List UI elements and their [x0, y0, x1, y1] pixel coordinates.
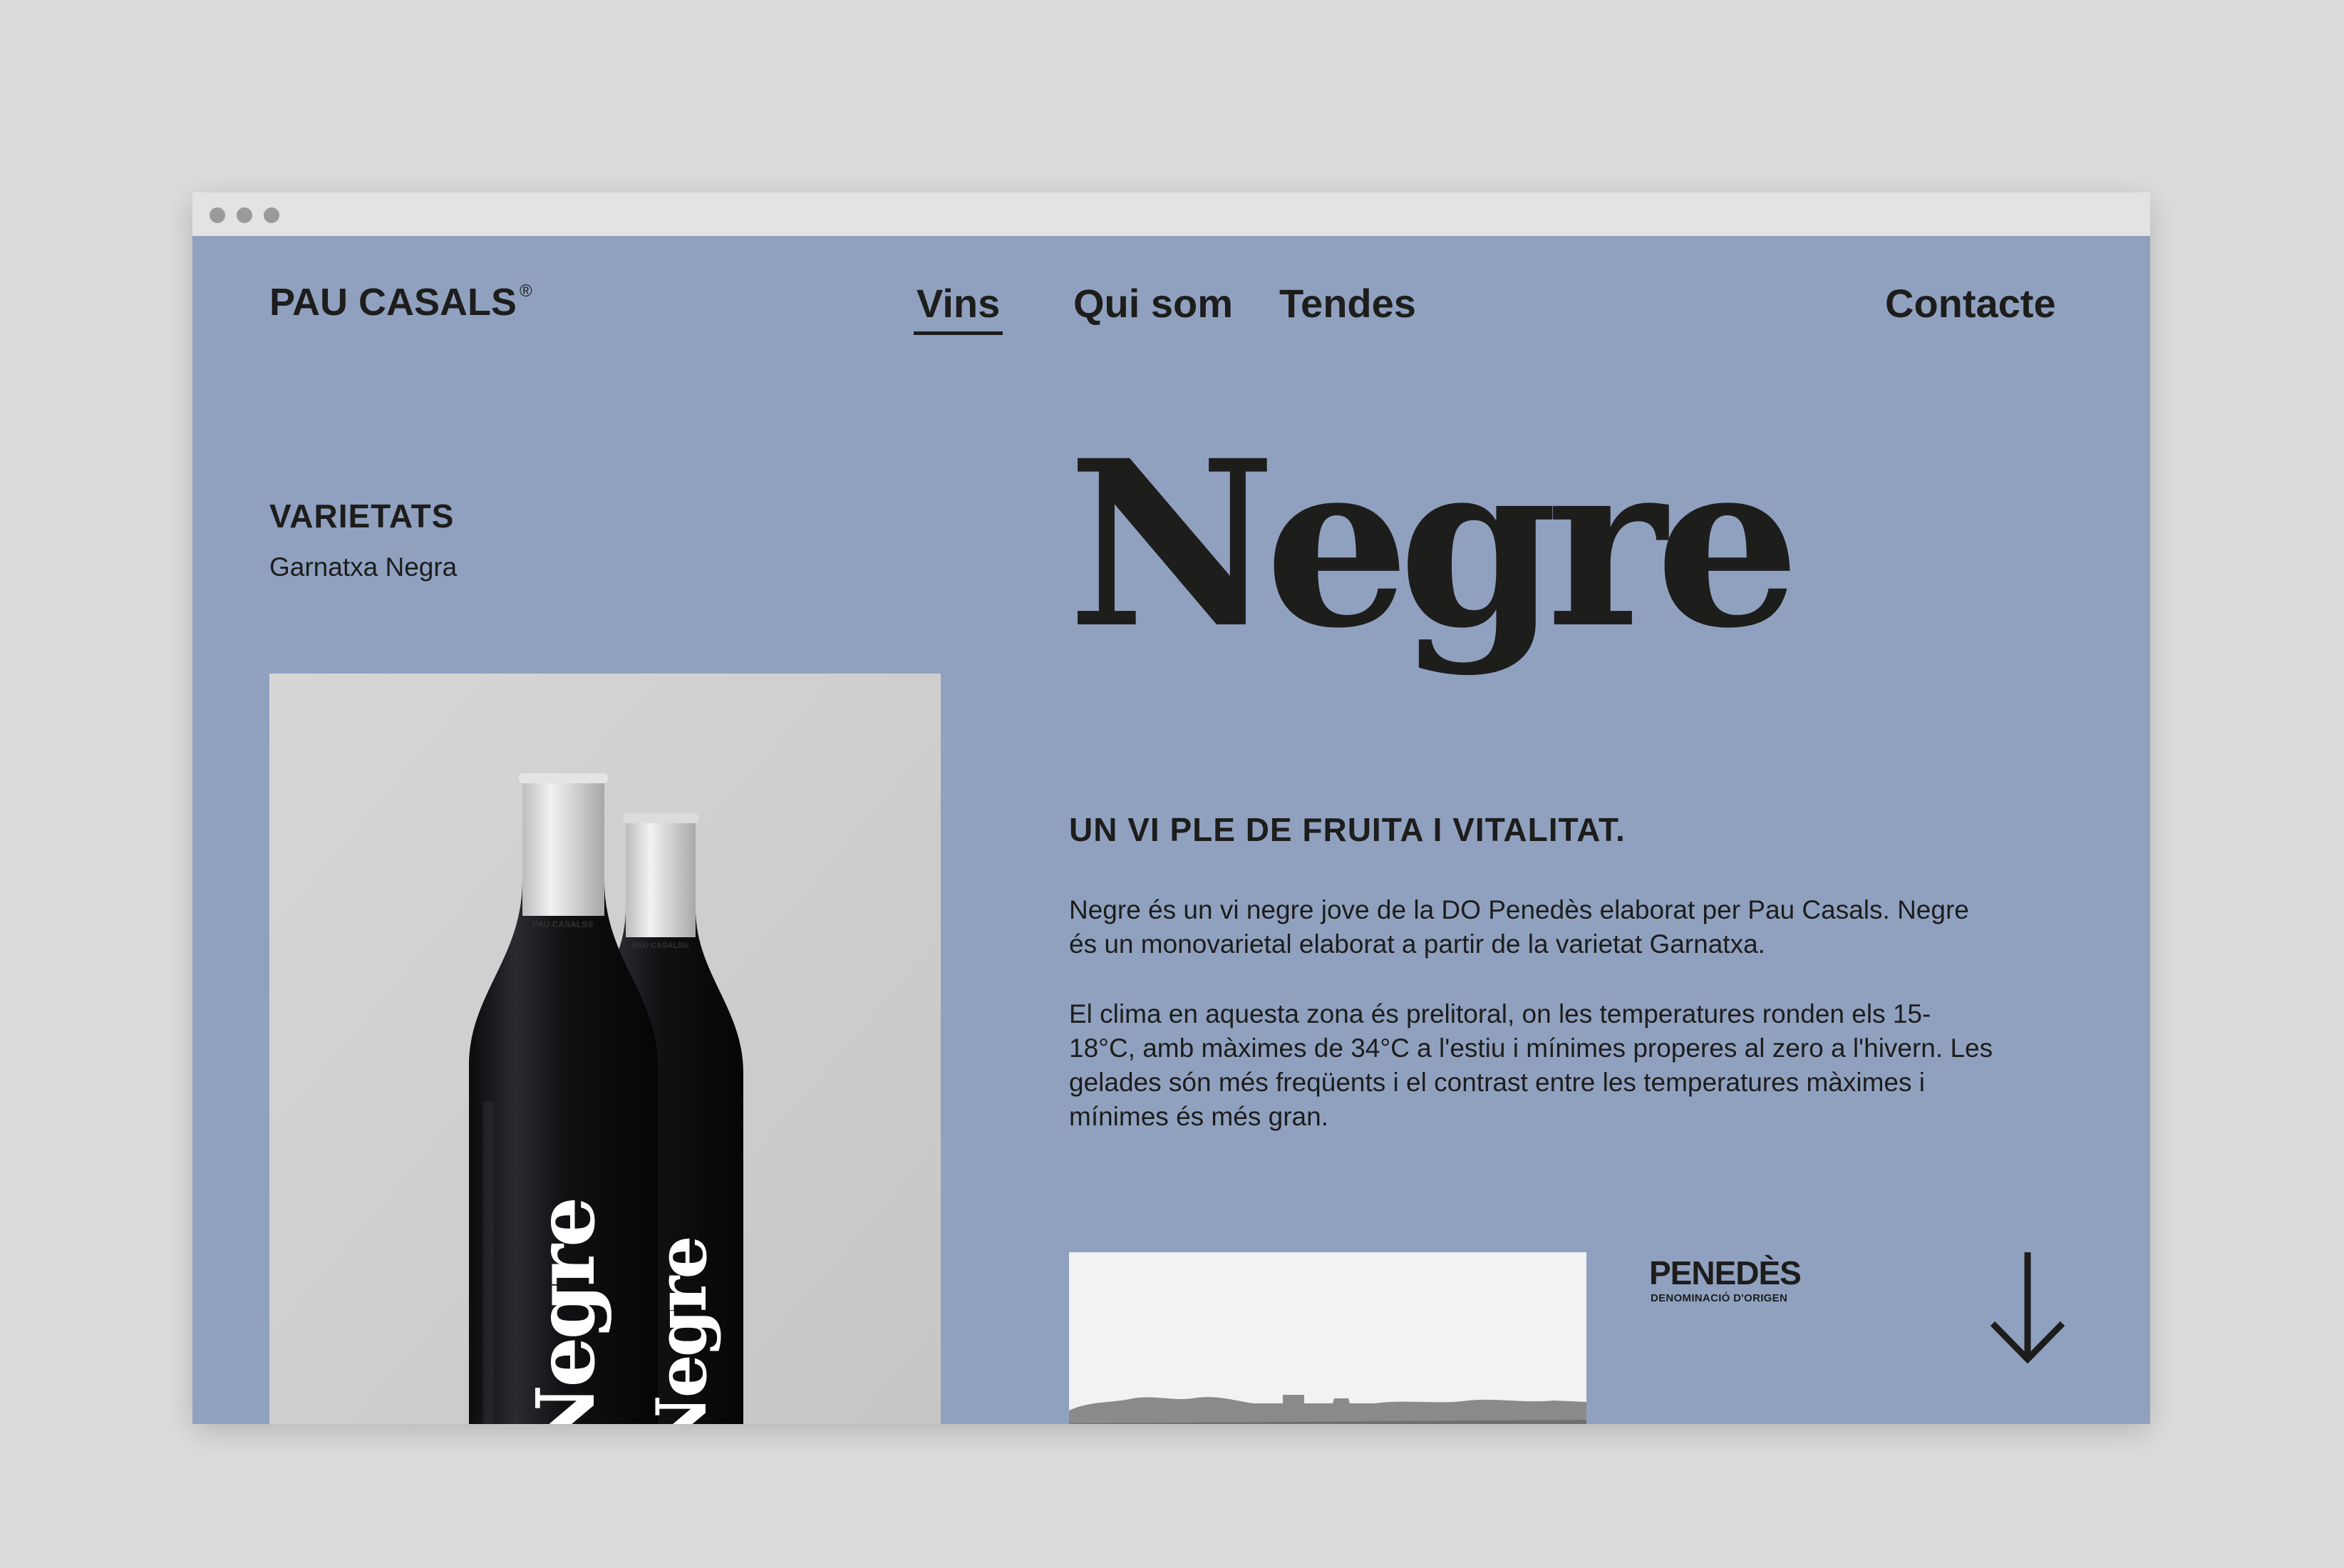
varieties-value: Garnatxa Negra	[269, 552, 458, 582]
window-dot-icon	[237, 207, 252, 223]
varieties-heading: VARIETATS	[269, 497, 455, 535]
browser-chrome	[192, 192, 2150, 236]
product-tagline: UN VI PLE DE FRUITA I VITALITAT.	[1069, 811, 1626, 848]
vineyard-photo	[1069, 1252, 1586, 1424]
description-paragraph: Negre és un vi negre jove de la DO Pened…	[1069, 895, 1969, 959]
do-logo-subtitle: DENOMINACIÓ D'ORIGEN	[1651, 1292, 1788, 1304]
bottle-wordmark-front: Negre	[520, 1200, 613, 1424]
nav-item-contacte[interactable]: Contacte	[1885, 280, 2056, 326]
capsule-text-back: PAU CASALS®	[633, 942, 689, 950]
window-dot-icon	[264, 207, 279, 223]
product-title: Negre	[1068, 411, 1800, 679]
bottle-wordmark-back: Negre	[641, 1238, 722, 1424]
climate-paragraph: El clima en aquesta zona és prelitoral, …	[1069, 999, 1993, 1131]
landscape-image	[1069, 1252, 1586, 1424]
nav-item-vins[interactable]: Vins	[913, 280, 1003, 335]
nav-item-tendes[interactable]: Tendes	[1279, 280, 1416, 326]
wine-bottles-image: PAU CASALS® PAU CASALS® Negre Negre	[269, 674, 941, 1424]
bottle-photo: PAU CASALS® PAU CASALS® Negre Negre	[269, 674, 941, 1424]
arrow-down-icon[interactable]	[1988, 1252, 2067, 1366]
do-logo-title: PENEDÈS	[1649, 1254, 1802, 1291]
brand-logo[interactable]: PAU CASALS ®	[269, 280, 532, 324]
capsule-text-front: PAU CASALS®	[532, 919, 594, 929]
nav-item-qui-som[interactable]: Qui som	[1073, 280, 1233, 326]
browser-window: PAU CASALS ® Vins Qui som Tendes Contacte…	[192, 192, 2150, 1424]
page-content: PAU CASALS ® Vins Qui som Tendes Contacte…	[192, 236, 2150, 1424]
registered-mark: ®	[520, 282, 532, 301]
window-dot-icon	[210, 207, 225, 223]
brand-name: PAU CASALS	[269, 281, 517, 324]
